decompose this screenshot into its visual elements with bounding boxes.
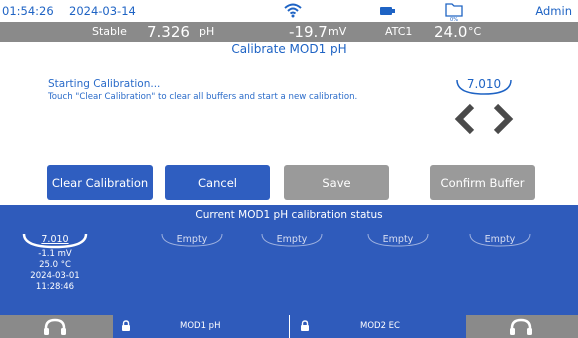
bottom-bar: MOD1 pH MOD2 EC (0, 315, 578, 338)
channel-tab-mod1[interactable]: MOD1 pH (113, 315, 289, 338)
buffer-slot-5[interactable]: Empty (466, 231, 534, 249)
top-status-bar: 01:54:26 2024-03-14 0% Admin (0, 0, 578, 23)
clock-date: 2024-03-14 (69, 4, 136, 18)
confirm-buffer-button[interactable]: Confirm Buffer (430, 165, 535, 200)
buffer-slot-date: 2024-03-01 (30, 271, 80, 281)
temperature-reading: 24.0 (434, 23, 468, 41)
stability-status: Stable (92, 25, 127, 38)
ph-unit: pH (199, 25, 215, 38)
calibration-message: Starting Calibration... (48, 78, 161, 90)
calibration-status-heading: Current MOD1 pH calibration status (195, 209, 383, 221)
lock-icon (301, 320, 309, 331)
channel-label: MOD1 pH (180, 321, 221, 331)
user-name[interactable]: Admin (535, 4, 572, 18)
buffer-slot-1[interactable]: 7.010 -1.1 mV 25.0 °C 2024-03-01 11:28:4… (20, 231, 90, 293)
lock-icon (122, 320, 130, 331)
buffer-slot-label: Empty (382, 234, 414, 245)
battery-icon (380, 5, 396, 19)
ph-reading: 7.326 (147, 23, 190, 41)
buffer-value-display[interactable]: 7.010 (454, 74, 514, 96)
buffer-slot-4[interactable]: Empty (364, 231, 432, 249)
mv-reading: -19.7 (289, 23, 328, 41)
channel-label: MOD2 EC (360, 321, 400, 331)
chevron-left-icon[interactable] (452, 102, 478, 136)
buffer-slot-2[interactable]: Empty (158, 231, 226, 249)
calibration-instruction: Touch "Clear Calibration" to clear all b… (48, 92, 358, 102)
headset-icon[interactable] (42, 317, 68, 338)
temperature-mode: ATC1 (385, 25, 413, 38)
cancel-button[interactable]: Cancel (165, 165, 270, 200)
buffer-slot-mv: -1.1 mV (38, 249, 72, 259)
mv-unit: mV (328, 25, 347, 38)
page-title: Calibrate MOD1 pH (231, 42, 347, 56)
headset-icon[interactable] (508, 317, 534, 338)
buffer-slot-time: 11:28:46 (35, 282, 75, 292)
buffer-slot-3[interactable]: Empty (258, 231, 326, 249)
save-button[interactable]: Save (284, 165, 389, 200)
buffer-arrows (452, 102, 522, 138)
channel-tab-mod2[interactable]: MOD2 EC (290, 315, 466, 338)
buffer-slot-label: Empty (484, 234, 516, 245)
buffer-slot-label: Empty (276, 234, 308, 245)
buffer-value: 7.010 (466, 77, 502, 91)
clear-calibration-button[interactable]: Clear Calibration (47, 165, 153, 200)
calibration-status-panel: Current MOD1 pH calibration status 7.010… (0, 205, 578, 315)
temperature-unit: °C (468, 25, 482, 38)
reading-bar: Stable 7.326 pH -19.7 mV ATC1 24.0 °C (0, 22, 578, 42)
buffer-slot-label: Empty (176, 234, 208, 245)
buffer-slot-temp: 25.0 °C (39, 260, 71, 270)
wifi-icon (284, 2, 302, 21)
chevron-right-icon[interactable] (490, 102, 516, 136)
clock-time: 01:54:26 (2, 4, 54, 18)
buffer-slot-label: 7.010 (41, 234, 69, 245)
